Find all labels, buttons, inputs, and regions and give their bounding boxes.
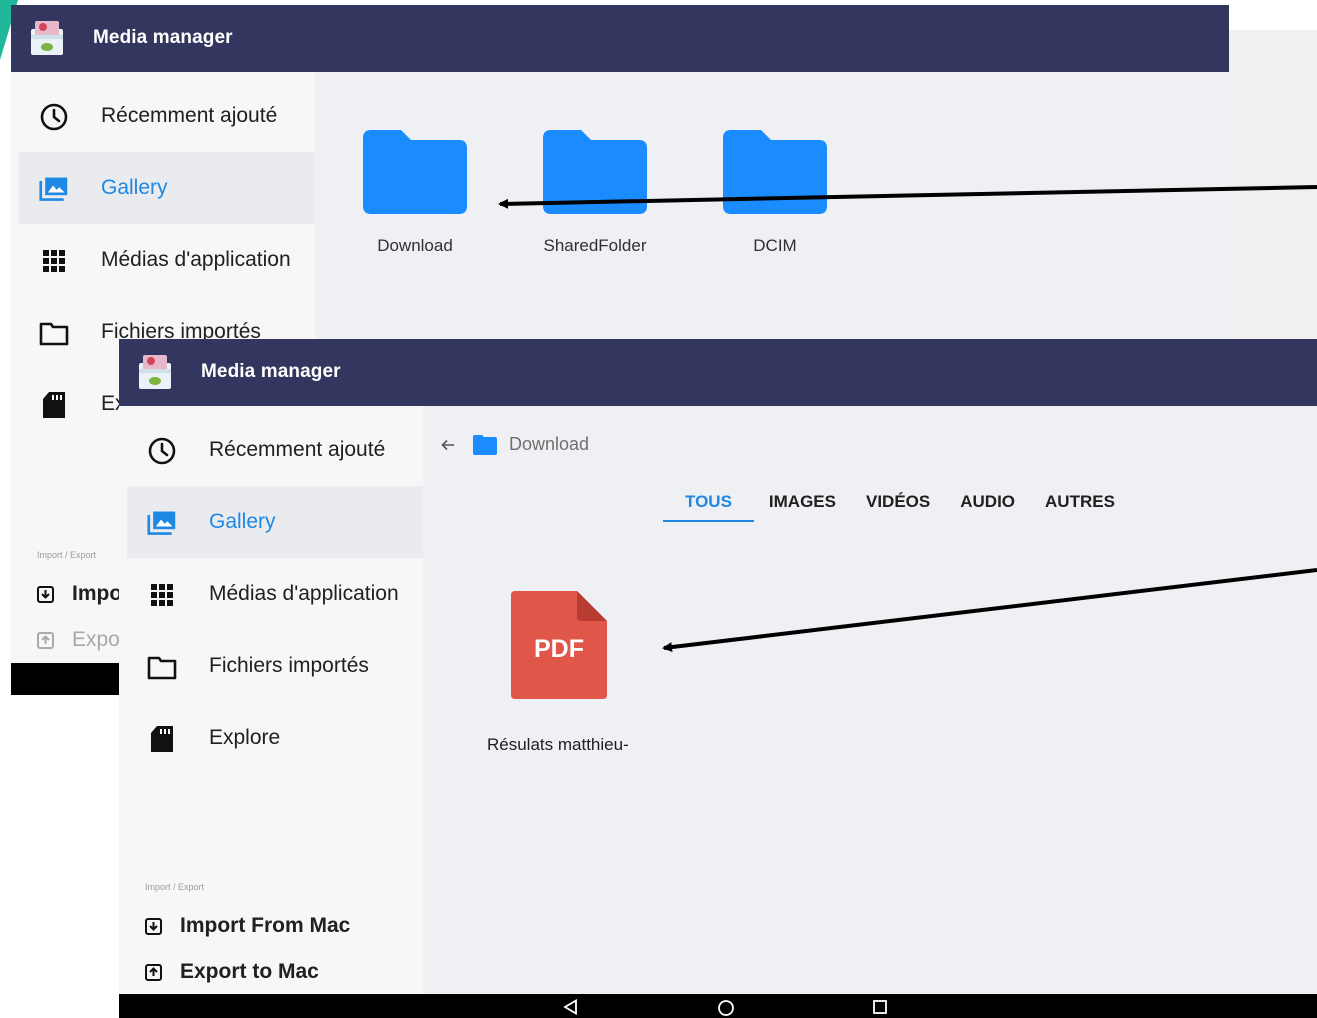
export-to-mac-button[interactable]: Export to Mac [145, 960, 319, 984]
gallery-icon [39, 177, 68, 201]
export-icon [37, 631, 54, 649]
sidebar-item-label: Médias d'application [209, 582, 399, 605]
section-label-import-export: Import / Export [37, 550, 97, 560]
sidebar-item-explore[interactable]: Explore [127, 702, 423, 774]
import-from-mac-button[interactable]: Import From Mac [145, 914, 350, 938]
clock-icon [148, 437, 176, 465]
background-panel [1229, 30, 1317, 340]
navigation-bar-fragment [11, 663, 119, 695]
import-icon [37, 585, 54, 603]
home-nav-icon[interactable] [717, 999, 735, 1017]
section-label-import-export: Import / Export [145, 882, 205, 892]
sidebar-item-label: Fichiers importés [209, 654, 369, 677]
sd-card-icon [151, 726, 173, 752]
folder-sharedfolder[interactable]: SharedFolder [543, 130, 647, 256]
grid-icon [43, 250, 65, 272]
recents-nav-icon[interactable] [872, 999, 888, 1015]
sidebar-item-label: Explore [209, 726, 281, 749]
export-label: Export to Mac [180, 960, 319, 983]
folder-content: Download TOUS IMAGES VIDÉOS AUDIO AUTRES… [423, 406, 1317, 1018]
folder-download[interactable]: Download [363, 130, 467, 256]
sidebar-item-app-media[interactable]: Médias d'application [19, 224, 315, 296]
import-label: Impo [72, 582, 123, 605]
export-label: Expo [72, 628, 120, 651]
sidebar-item-recent[interactable]: Récemment ajouté [19, 80, 315, 152]
folder-icon [723, 130, 827, 214]
app-bar: Media manager [11, 5, 1229, 72]
app-title: Media manager [93, 27, 233, 48]
sidebar-item-label: Gallery [101, 176, 168, 199]
gallery-icon [147, 511, 176, 535]
sidebar-item-gallery[interactable]: Gallery [127, 486, 423, 558]
back-arrow-icon[interactable] [441, 438, 455, 452]
file-item[interactable]: PDF Résulats matthieu- [487, 591, 637, 755]
sidebar-item-label: Récemment ajouté [101, 104, 278, 127]
grid-icon [151, 584, 173, 606]
tab-tous[interactable]: TOUS [663, 484, 754, 522]
import-label: Import From Mac [180, 914, 351, 937]
sidebar-item-imported[interactable]: Fichiers importés [127, 630, 423, 702]
breadcrumb-folder: Download [509, 434, 590, 454]
export-icon [145, 963, 162, 981]
folder-icon [473, 434, 497, 455]
sidebar-item-recent[interactable]: Récemment ajouté [127, 414, 423, 486]
pdf-badge-label: PDF [534, 635, 584, 663]
filter-tabs: TOUS IMAGES VIDÉOS AUDIO AUTRES [663, 484, 1130, 522]
folder-outline-icon [147, 656, 177, 680]
import-button[interactable]: Impo [37, 582, 122, 606]
app-logo-icon [139, 355, 171, 389]
sd-card-icon [43, 392, 65, 418]
folder-label: Download [377, 236, 453, 255]
sidebar-item-gallery[interactable]: Gallery [19, 152, 315, 224]
sidebar: Récemment ajouté Gallery Médias d'applic… [119, 406, 423, 1018]
folder-icon [363, 130, 467, 214]
sidebar-item-label: Médias d'application [101, 248, 291, 271]
tab-audio[interactable]: AUDIO [945, 484, 1030, 520]
folder-dcim[interactable]: DCIM [723, 130, 827, 256]
import-icon [145, 917, 162, 935]
folder-icon [543, 130, 647, 214]
tab-videos[interactable]: VIDÉOS [851, 484, 945, 520]
back-nav-icon[interactable] [563, 999, 579, 1015]
app-title: Media manager [201, 361, 341, 382]
sidebar-item-app-media[interactable]: Médias d'application [127, 558, 423, 630]
window-media-manager-download: Media manager Récemment ajouté Gallery M… [119, 339, 1317, 1018]
folder-outline-icon [39, 322, 69, 346]
tab-autres[interactable]: AUTRES [1030, 484, 1130, 520]
app-bar: Media manager [119, 339, 1317, 406]
file-name: Résulats matthieu- [487, 735, 629, 754]
app-logo-icon [31, 21, 63, 55]
android-navigation-bar [119, 994, 1317, 1018]
tab-images[interactable]: IMAGES [754, 484, 851, 520]
export-button[interactable]: Expo [37, 628, 120, 652]
sidebar-item-label: Gallery [209, 510, 276, 533]
sidebar-item-label: Récemment ajouté [209, 438, 386, 461]
breadcrumb: Download [441, 434, 589, 455]
pdf-file-icon: PDF [511, 591, 607, 699]
folder-label: DCIM [753, 236, 797, 255]
folder-label: SharedFolder [543, 236, 647, 255]
clock-icon [40, 103, 68, 131]
